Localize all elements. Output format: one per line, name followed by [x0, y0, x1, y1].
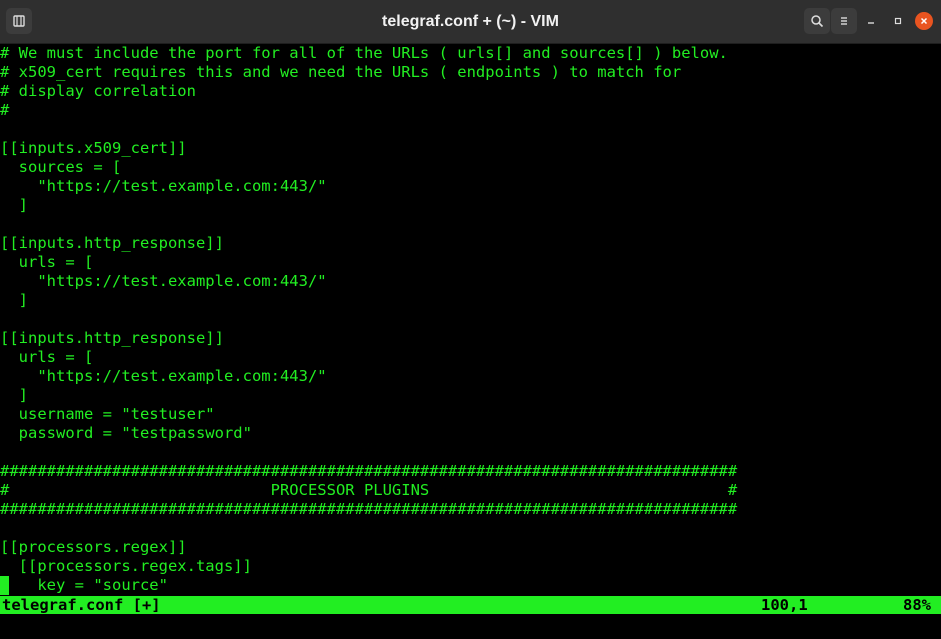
editor-line: [[processors.regex.tags]]: [0, 557, 252, 575]
editor-line: # We must include the port for all of th…: [0, 44, 728, 62]
editor-line: ]: [0, 386, 28, 404]
editor-line: #: [0, 101, 10, 119]
maximize-button[interactable]: [889, 12, 907, 30]
vim-status-line: telegraf.conf [+] 100,1 88%: [0, 596, 941, 614]
editor-line: urls = [: [0, 348, 94, 366]
editor-line: ]: [0, 291, 28, 309]
editor-line: key = "source": [0, 576, 168, 594]
editor-line: [[inputs.x509_cert]]: [0, 139, 187, 157]
vim-terminal-window: telegraf.conf + (~) - VIM # We must incl…: [0, 0, 941, 639]
menu-button[interactable]: [831, 8, 857, 34]
editor-line: "https://test.example.com:443/": [0, 367, 327, 385]
editor-text-area[interactable]: # We must include the port for all of th…: [0, 44, 941, 596]
hamburger-menu-icon: [841, 17, 847, 25]
editor-line: [[inputs.http_response]]: [0, 329, 224, 347]
window-title: telegraf.conf + (~) - VIM: [382, 13, 559, 30]
editor-line: urls = [: [0, 253, 94, 271]
minimize-button[interactable]: [862, 12, 880, 30]
editor-line: ########################################…: [0, 462, 738, 480]
status-filename: telegraf.conf [+]: [2, 596, 161, 614]
editor-line: [[inputs.http_response]]: [0, 234, 224, 252]
minimize-icon: [868, 22, 874, 24]
editor-line: password = "testpassword": [0, 424, 252, 442]
maximize-icon: [894, 17, 902, 25]
editor-line: ]: [0, 196, 28, 214]
close-button[interactable]: [915, 12, 933, 30]
editor-line: [[processors.regex]]: [0, 538, 187, 556]
title-bar: telegraf.conf + (~) - VIM: [0, 0, 941, 44]
editor-line: # display correlation: [0, 82, 196, 100]
status-cursor-position: 100,1: [761, 596, 808, 614]
editor-line: "https://test.example.com:443/": [0, 272, 327, 290]
editor-line: # PROCESSOR PLUGINS #: [0, 481, 738, 499]
editor-line: # x509_cert requires this and we need th…: [0, 63, 682, 81]
text-cursor: [0, 576, 9, 595]
editor-line: ########################################…: [0, 500, 738, 518]
status-scroll-percent: 88%: [903, 596, 931, 614]
editor-line: username = "testuser": [0, 405, 215, 423]
search-icon: [811, 15, 824, 28]
search-button[interactable]: [804, 8, 830, 34]
editor-line: "https://test.example.com:443/": [0, 177, 327, 195]
editor-line: sources = [: [0, 158, 122, 176]
vim-command-line[interactable]: [0, 614, 941, 639]
close-icon: [920, 17, 928, 25]
